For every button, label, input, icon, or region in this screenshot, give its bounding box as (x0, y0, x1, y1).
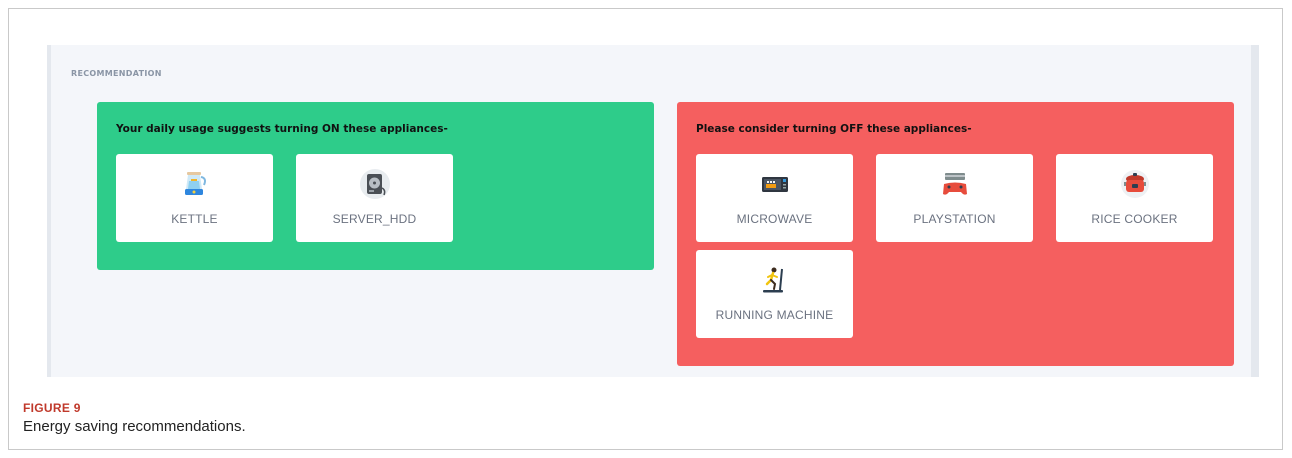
appliance-card-running-machine[interactable]: RUNNING MACHINE (696, 250, 853, 338)
appliance-card-microwave[interactable]: MICROWAVE (696, 154, 853, 242)
game-console-icon (939, 168, 971, 200)
recommendation-screen: RECOMMENDATION Your daily usage suggests… (47, 45, 1259, 377)
rice-cooker-icon (1119, 168, 1151, 200)
appliance-label: KETTLE (171, 212, 218, 226)
turn-off-panel: Please consider turning OFF these applia… (677, 102, 1234, 366)
turn-off-title: Please consider turning OFF these applia… (696, 123, 972, 135)
microwave-icon (759, 168, 791, 200)
section-label: RECOMMENDATION (71, 69, 162, 78)
figure-caption: Energy saving recommendations. (23, 418, 246, 435)
figure-number: FIGURE 9 (23, 401, 81, 415)
appliance-card-kettle[interactable]: KETTLE (116, 154, 273, 242)
treadmill-icon (759, 264, 791, 296)
kettle-icon (179, 168, 211, 200)
appliance-card-playstation[interactable]: PLAYSTATION (876, 154, 1033, 242)
appliance-label: PLAYSTATION (913, 212, 996, 226)
appliance-label: SERVER_HDD (332, 212, 417, 226)
appliance-card-server-hdd[interactable]: SERVER_HDD (296, 154, 453, 242)
figure-frame: RECOMMENDATION Your daily usage suggests… (8, 8, 1283, 450)
hard-drive-icon (359, 168, 391, 200)
turn-on-title: Your daily usage suggests turning ON the… (116, 123, 448, 135)
appliance-label: RUNNING MACHINE (715, 308, 834, 322)
appliance-label: MICROWAVE (736, 212, 813, 226)
appliance-card-rice-cooker[interactable]: RICE COOKER (1056, 154, 1213, 242)
appliance-label: RICE COOKER (1091, 212, 1178, 226)
turn-on-panel: Your daily usage suggests turning ON the… (97, 102, 654, 270)
